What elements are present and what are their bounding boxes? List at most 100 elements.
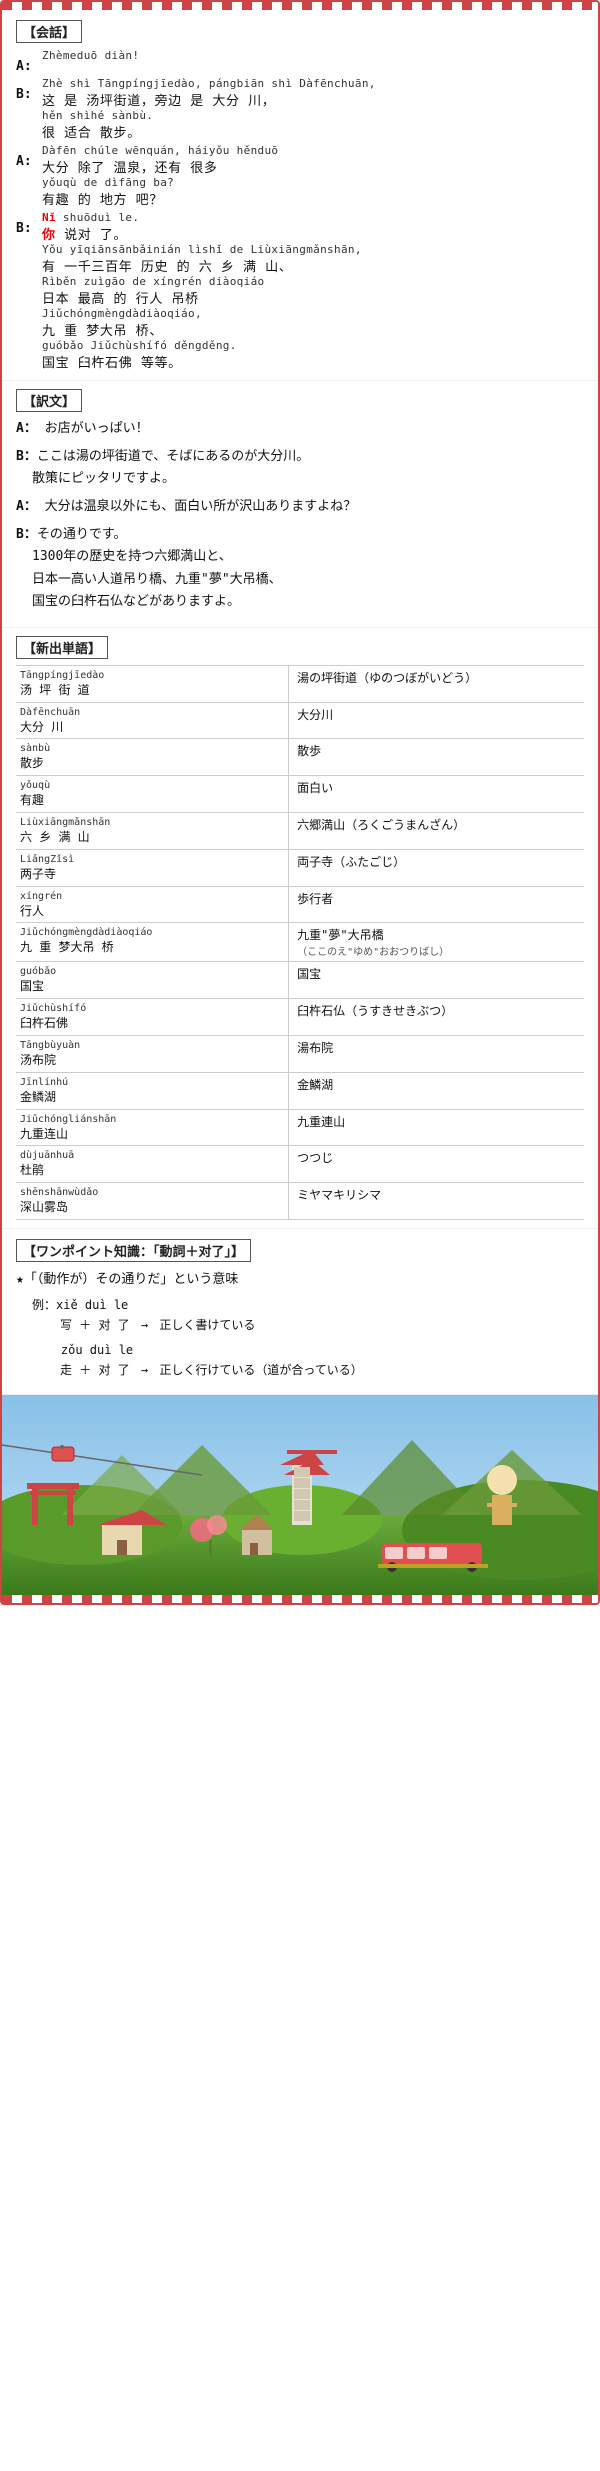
yakubun-speaker-b1: B： — [16, 449, 37, 464]
tango-cn-9: guóbǎo 国宝 — [16, 962, 289, 999]
pinyin-b1b: hěn shìhé sànbù. — [42, 109, 584, 122]
yakubun-block-b2: B：その通りです。 1300年の歴史を持つ六郷満山と、 日本一高い人道吊り橋、九… — [16, 524, 584, 612]
tango-row-11: Tāngbùyuàn 汤布院 湯布院 — [16, 1035, 584, 1072]
speaker-a2: A: — [16, 144, 42, 169]
dialogue-row-1: A: Zhèmeduō diàn! — [16, 49, 584, 74]
yakubun-text-b2a: その通りです。 — [37, 527, 127, 542]
tango-row-3: sànbù 散步 散歩 — [16, 739, 584, 776]
highlighted-ni-chinese: 你 — [42, 228, 56, 243]
tango-label: 【新出単語】 — [16, 636, 108, 659]
yakubun-text-b1a: ここは湯の坪街道で、そばにあるのが大分川。 — [37, 449, 309, 464]
kaiwah-label: 【会話】 — [16, 20, 82, 43]
wanpoint-formula-1: 例：xiě duì le — [32, 1295, 584, 1315]
tango-row-4: yǒuqù 有趣 面白い — [16, 776, 584, 813]
tango-row-8: Jiǔchóngmèngdàdiàoqiáo 九 重 梦大吊 桥 九重"夢"大吊… — [16, 923, 584, 962]
speaker-b1: B: — [16, 77, 42, 102]
tango-cn-4: yǒuqù 有趣 — [16, 776, 289, 813]
chinese-b2a: 你 说对 了。 — [42, 224, 584, 243]
tango-jp-12: 金鱗湖 — [289, 1072, 584, 1109]
wanpoint-example-1: 例：xiě duì le 写 ＋ 对 了 → 正しく書けている — [32, 1295, 584, 1336]
dialogue-row-3: A: Dàfēn chúle wēnquán, háiyǒu hěnduō 大分… — [16, 144, 584, 208]
tango-jp-4: 面白い — [289, 776, 584, 813]
tango-jp-13: 九重連山 — [289, 1109, 584, 1146]
tango-cn-15: shēnshānwùdǎo 深山雾岛 — [16, 1183, 289, 1220]
chinese-b1a: 这 是 汤坪街道，旁边 是 大分 川， — [42, 90, 584, 109]
pinyin-b2b: Yǒu yīqiānsānbǎinián lìshǐ de Liùxiāngmǎ… — [42, 243, 584, 256]
tango-row-13: Jiǔchóngliánshān 九重连山 九重連山 — [16, 1109, 584, 1146]
tango-row-5: Liùxiāngmǎnshān 六 乡 满 山 六郷満山（ろくごうまんざん） — [16, 812, 584, 849]
dialogue-row-2: B: Zhè shì Tāngpíngjīedào, pángbiān shì … — [16, 77, 584, 141]
pinyin-b1a: Zhè shì Tāngpíngjīedào, pángbiān shì Dàf… — [42, 77, 584, 90]
tango-cn-13: Jiǔchóngliánshān 九重连山 — [16, 1109, 289, 1146]
highlighted-ni: Nǐ — [42, 211, 56, 224]
tango-cn-1: Tāngpíngjīedào 汤 坪 街 道 — [16, 665, 289, 702]
wanpoint-label: 【ワンポイント知識：「動詞＋对了」】 — [16, 1239, 251, 1262]
chinese-b1b: 很 适合 散步。 — [42, 122, 584, 141]
yakubun-block-a1: A： お店がいっぱい！ — [16, 418, 584, 440]
pinyin-b2d: Jiǔchóngmèngdàdiàoqiáo, — [42, 307, 584, 320]
chinese-b2e: 国宝 臼杵石佛 等等。 — [42, 352, 584, 371]
dialogue-content-a2: Dàfēn chúle wēnquán, háiyǒu hěnduō 大分 除了… — [42, 144, 584, 208]
tango-row-10: Jiǔchùshífó 臼杵石佛 臼杵石仏（うすきせきぶつ） — [16, 999, 584, 1036]
tango-row-9: guóbǎo 国宝 国宝 — [16, 962, 584, 999]
wanpoint-explanation: ★「（動作が）その通りだ」という意味 — [16, 1268, 584, 1287]
dialogue-row-4: B: Nǐ shuōduì le. 你 说对 了。 Yǒu yīqiānsānb… — [16, 211, 584, 371]
yakubun-indent-b2d: 国宝の臼杵石仏などがありますよ。 — [32, 591, 584, 613]
tango-cn-3: sànbù 散步 — [16, 739, 289, 776]
tango-cn-14: dùjuānhuā 杜鹃 — [16, 1146, 289, 1183]
tango-jp-1: 湯の坪街道（ゆのつぼがいどう） — [289, 665, 584, 702]
pinyin-a1: Zhèmeduō diàn! — [42, 49, 584, 62]
tango-cn-2: Dàfēnchuān 大分 川 — [16, 702, 289, 739]
wanpoint-formula-2b: 走 ＋ 对 了 → 正しく行けている（道が合っている） — [60, 1360, 584, 1380]
yakubun-indent-b2b: 1300年の歴史を持つ六郷満山と、 — [32, 546, 584, 568]
illustration-svg — [2, 1395, 598, 1595]
wanpoint-example-2: zǒu duì le 走 ＋ 对 了 → 正しく行けている（道が合っている） — [32, 1340, 584, 1381]
section-illustration — [2, 1395, 598, 1595]
tango-jp-2: 大分川 — [289, 702, 584, 739]
tango-cn-7: xíngrén 行人 — [16, 886, 289, 923]
section-wanpoint: 【ワンポイント知識：「動詞＋对了」】 ★「（動作が）その通りだ」という意味 例：… — [2, 1229, 598, 1396]
section-tango: 【新出単語】 Tāngpíngjīedào 汤 坪 街 道 湯の坪街道（ゆのつぼ… — [2, 628, 598, 1229]
tango-jp-3: 散歩 — [289, 739, 584, 776]
chinese-b2d: 九 重 梦大吊 桥、 — [42, 320, 584, 339]
yakubun-speaker-a1: A： — [16, 421, 37, 436]
pinyin-b2e: guóbǎo Jiǔchùshífó děngděng. — [42, 339, 584, 352]
pinyin-a2b: yǒuqù de dìfāng ba? — [42, 176, 584, 189]
chinese-a2b: 有趣 的 地方 吧？ — [42, 189, 584, 208]
page-wrapper: 【会話】 A: Zhèmeduō diàn! B: Zhè shì Tāngpí… — [0, 0, 600, 1605]
yakubun-speaker-b2: B： — [16, 527, 37, 542]
tango-cn-5: Liùxiāngmǎnshān 六 乡 满 山 — [16, 812, 289, 849]
yakubun-block-a2: A： 大分は温泉以外にも、面白い所が沢山ありますよね？ — [16, 496, 584, 518]
yakubun-label: 【訳文】 — [16, 389, 82, 412]
tango-jp-10: 臼杵石仏（うすきせきぶつ） — [289, 999, 584, 1036]
tango-cn-6: LiǎngZǐsì 两子寺 — [16, 849, 289, 886]
pinyin-a2a: Dàfēn chúle wēnquán, háiyǒu hěnduō — [42, 144, 584, 157]
tango-cn-12: Jīnlínhú 金鳞湖 — [16, 1072, 289, 1109]
yakubun-text-a1: お店がいっぱい！ — [45, 421, 149, 436]
tango-row-1: Tāngpíngjīedào 汤 坪 街 道 湯の坪街道（ゆのつぼがいどう） — [16, 665, 584, 702]
wanpoint-formula-2: zǒu duì le — [32, 1340, 584, 1360]
tango-jp-8: 九重"夢"大吊橋（ここのえ"ゆめ"おおつりばし） — [289, 923, 584, 962]
pinyin-b2a: Nǐ shuōduì le. — [42, 211, 584, 224]
tango-row-6: LiǎngZǐsì 两子寺 両子寺（ふたごじ） — [16, 849, 584, 886]
dialogue-content-a1: Zhèmeduō diàn! — [42, 49, 584, 62]
deco-border-bottom — [2, 1595, 598, 1603]
tango-jp-5: 六郷満山（ろくごうまんざん） — [289, 812, 584, 849]
pinyin-b2c: Rìběn zuìgāo de xíngrén diàoqiáo — [42, 275, 584, 288]
tango-row-14: dùjuānhuā 杜鹃 つつじ — [16, 1146, 584, 1183]
tango-jp-15: ミヤマキリシマ — [289, 1183, 584, 1220]
yakubun-indent-b1b: 散策にピッタリですよ。 — [32, 468, 584, 490]
tango-cn-11: Tāngbùyuàn 汤布院 — [16, 1035, 289, 1072]
tango-jp-9: 国宝 — [289, 962, 584, 999]
tango-jp-6: 両子寺（ふたごじ） — [289, 849, 584, 886]
dialogue-content-b1: Zhè shì Tāngpíngjīedào, pángbiān shì Dàf… — [42, 77, 584, 141]
chinese-b2b: 有 一千三百年 历史 的 六 乡 满 山、 — [42, 256, 584, 275]
section-yakubun: 【訳文】 A： お店がいっぱい！ B：ここは湯の坪街道で、そばにあるのが大分川。… — [2, 381, 598, 628]
tango-row-15: shēnshānwùdǎo 深山雾岛 ミヤマキリシマ — [16, 1183, 584, 1220]
section-kaiwah: 【会話】 A: Zhèmeduō diàn! B: Zhè shì Tāngpí… — [2, 10, 598, 381]
tango-table: Tāngpíngjīedào 汤 坪 街 道 湯の坪街道（ゆのつぼがいどう） D… — [16, 665, 584, 1220]
tango-jp-7: 歩行者 — [289, 886, 584, 923]
deco-border-top — [2, 2, 598, 10]
dialogue-content-b2: Nǐ shuōduì le. 你 说对 了。 Yǒu yīqiānsānbǎin… — [42, 211, 584, 371]
speaker-b2: B: — [16, 211, 42, 236]
